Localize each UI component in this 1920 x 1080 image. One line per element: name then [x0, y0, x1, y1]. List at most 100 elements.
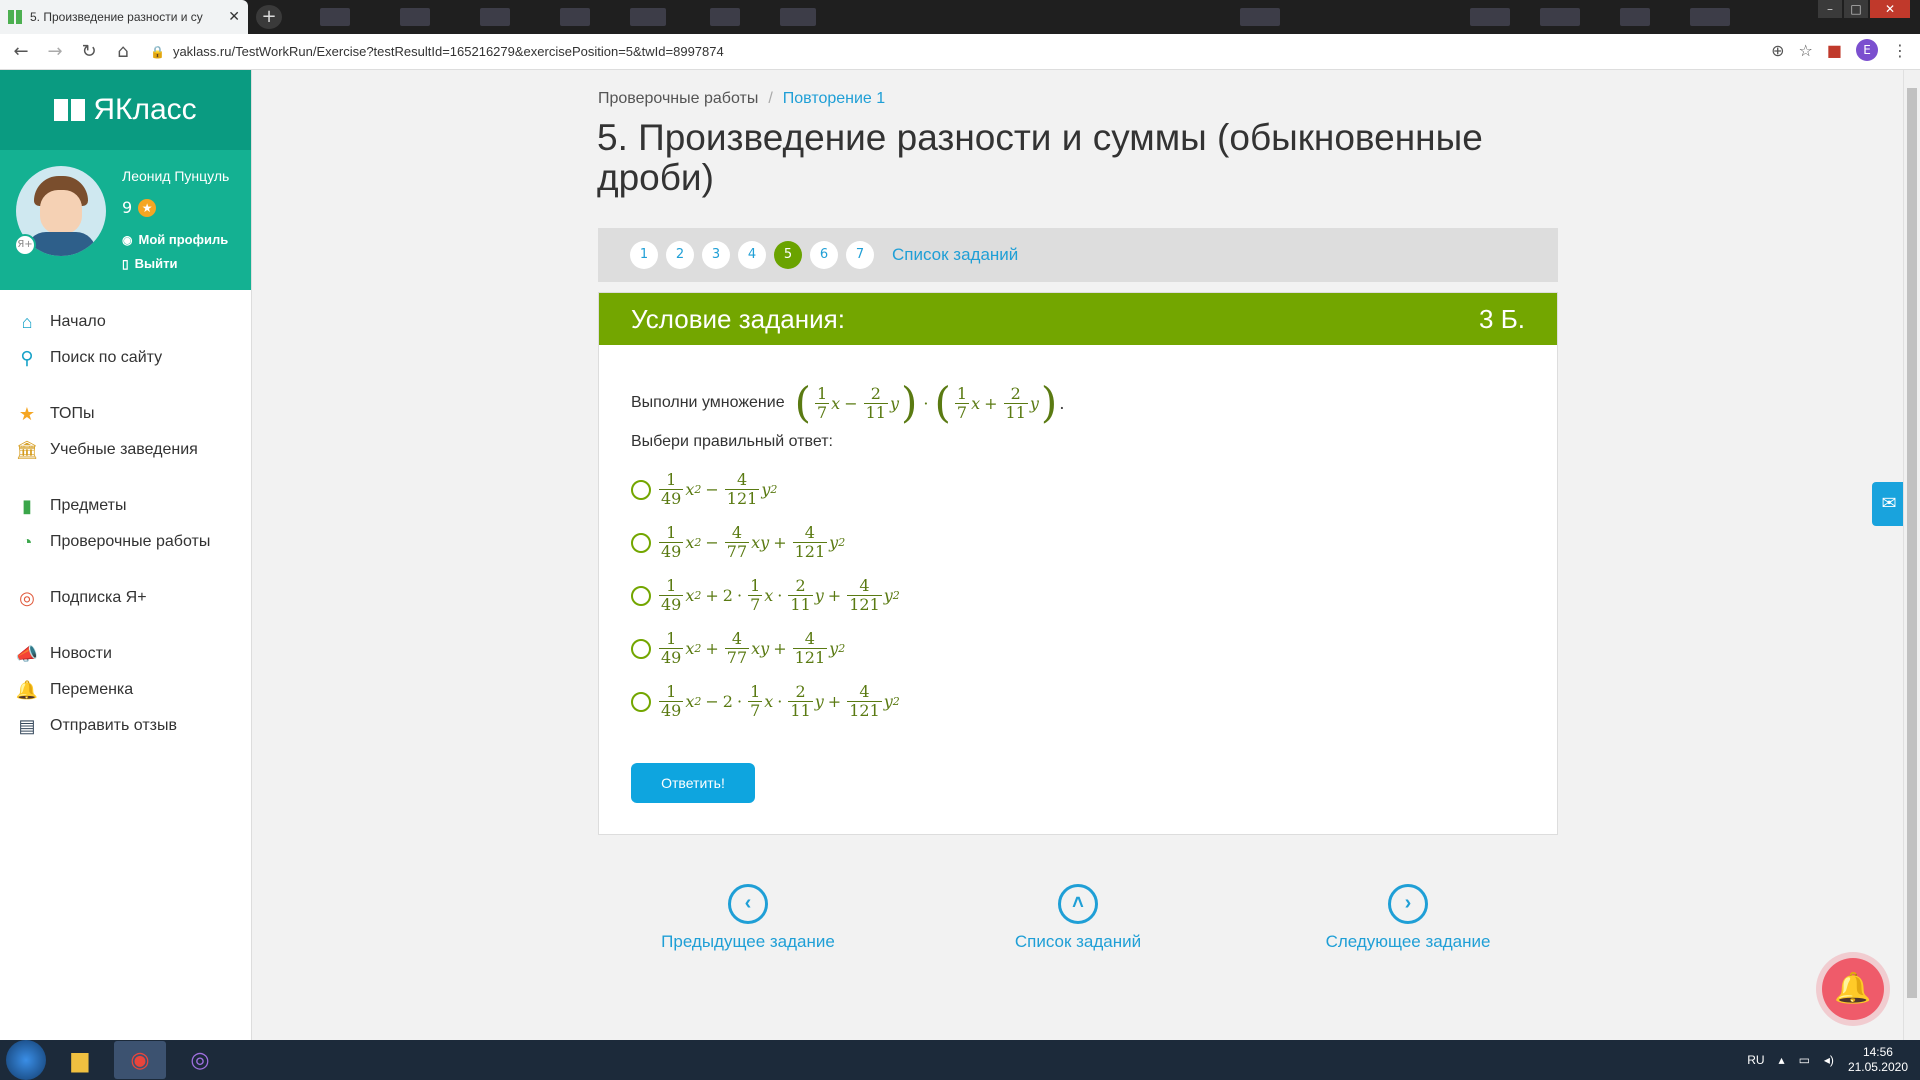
megaphone-icon: 📣	[15, 643, 39, 664]
sidebar-item-subscription[interactable]: ◎ Подписка Я+	[0, 580, 251, 616]
task-list-link[interactable]: Список заданий	[892, 245, 1018, 265]
logo-book-icon	[54, 99, 86, 121]
breadcrumb-current[interactable]: Повторение 1	[783, 90, 885, 107]
radio-button[interactable]	[631, 532, 651, 553]
radio-button[interactable]	[631, 691, 651, 712]
logout-link[interactable]: ▯ Выйти	[122, 256, 177, 271]
page-4[interactable]: 4	[738, 241, 766, 269]
bell-icon: 🔔	[15, 679, 39, 700]
clock[interactable]: 14:56 21.05.2020	[1848, 1045, 1908, 1075]
radio-button[interactable]	[631, 638, 651, 659]
menu-kebab-icon[interactable]: ⋮	[1892, 41, 1908, 60]
sidebar-item-news[interactable]: 📣 Новости	[0, 636, 251, 672]
page-6[interactable]: 6	[810, 241, 838, 269]
option-expression: 1 49 x 2−2 · 1 7 x · 2 11 y + 4 121 y 2	[659, 682, 900, 720]
chevron-right-icon: ›	[1388, 884, 1428, 924]
start-button[interactable]	[6, 1040, 46, 1080]
my-profile-link[interactable]: ◉ Мой профиль	[122, 232, 228, 247]
mail-feedback-icon[interactable]: ✉	[1872, 482, 1906, 526]
search-icon: ⚲	[20, 347, 34, 368]
explorer-icon[interactable]: ▆	[54, 1041, 106, 1079]
star-icon: ★	[18, 403, 36, 424]
answer-option-4[interactable]: 1 49 x 2 + 4 77 xy + 4 121 y 2	[631, 622, 1525, 675]
answer-option-3[interactable]: 1 49 x 2 +2 · 1 7 x · 2 11 y + 4 121 y 2	[631, 569, 1525, 622]
tray-arrow-icon[interactable]: ▴	[1779, 1053, 1785, 1067]
site-logo[interactable]: ЯКласс	[0, 70, 251, 150]
clock-time: 14:56	[1862, 1045, 1893, 1059]
task-subprompt: Выбери правильный ответ:	[631, 433, 833, 450]
building-icon: 🏛	[15, 439, 39, 460]
breadcrumb: Проверочные работы / Повторение 1	[598, 90, 886, 107]
feedback-icon: ▤	[18, 715, 36, 736]
close-window-icon[interactable]: ✕	[1870, 0, 1910, 18]
ya-plus-badge-icon: Я+	[14, 234, 36, 256]
logo-text: ЯКласс	[93, 93, 197, 126]
radio-button[interactable]	[631, 585, 651, 606]
page-2[interactable]: 2	[666, 241, 694, 269]
profile-panel: Я+ Леонид Пунцуль 9 ★ ◉ Мой профиль ▯ Выйт…	[0, 150, 251, 290]
page-3[interactable]: 3	[702, 241, 730, 269]
forward-icon[interactable]: →	[42, 39, 68, 65]
sidebar-item-subjects[interactable]: ▮ Предметы	[0, 488, 251, 524]
url-field[interactable]: 🔒 yaklass.ru/TestWorkRun/Exercise?testRes…	[150, 44, 724, 59]
chrome-icon[interactable]: ◉	[114, 1041, 166, 1079]
sidebar-item-feedback[interactable]: ▤ Отправить отзыв	[0, 708, 251, 744]
sidebar-item-search[interactable]: ⚲ Поиск по сайту	[0, 340, 251, 376]
page-5-active[interactable]: 5	[774, 241, 802, 269]
next-task-link[interactable]: › Следующее задание	[1308, 884, 1508, 952]
minimize-icon[interactable]: –	[1818, 0, 1842, 18]
back-icon[interactable]: ←	[8, 39, 34, 65]
answer-option-2[interactable]: 1 49 x 2− 4 77 xy + 4 121 y 2	[631, 516, 1525, 569]
sidebar-item-tests[interactable]: ◔ Проверочные работы	[0, 524, 251, 560]
task-header: Условие задания: 3 Б.	[599, 293, 1557, 345]
user-circle-icon: ◉	[122, 232, 133, 247]
breadcrumb-root[interactable]: Проверочные работы	[598, 90, 758, 107]
points-value: 9	[122, 198, 133, 217]
system-tray: RU ▴ ▭ ◂) 14:56 21.05.2020	[1747, 1040, 1908, 1080]
new-tab-button[interactable]: +	[256, 5, 282, 29]
volume-icon[interactable]: ◂)	[1824, 1053, 1834, 1067]
points-display: 9 ★	[122, 198, 157, 217]
sidebar-item-home[interactable]: ⌂ Начало	[0, 304, 251, 340]
tab-close-icon[interactable]: ✕	[228, 9, 240, 25]
answer-option-5[interactable]: 1 49 x 2−2 · 1 7 x · 2 11 y + 4 121 y 2	[631, 675, 1525, 728]
install-icon[interactable]: ⊕	[1771, 41, 1784, 60]
task-question: Выполни умножение ( 1 7 x − 2 11 y ) ·( 1 7 x + 2…	[631, 375, 1525, 431]
radio-button[interactable]	[631, 479, 651, 500]
browser-tab[interactable]: 5. Произведение разности и су ✕	[0, 0, 248, 34]
submit-answer-button[interactable]: Ответить!	[631, 763, 755, 803]
logout-icon: ▯	[122, 256, 129, 271]
sidebar-item-break[interactable]: 🔔 Переменка	[0, 672, 251, 708]
network-icon[interactable]: ▭	[1799, 1053, 1810, 1067]
bookmark-star-icon[interactable]: ☆	[1799, 41, 1813, 60]
sidebar-item-tops[interactable]: ★ ТОПы	[0, 396, 251, 432]
page-1[interactable]: 1	[630, 241, 658, 269]
task-score: 3 Б.	[1479, 303, 1525, 334]
page-title: 5. Произведение разности и суммы (обыкно…	[597, 117, 1483, 198]
star-icon: ★	[138, 198, 157, 217]
scrollbar-thumb[interactable]	[1907, 88, 1917, 998]
viber-icon[interactable]: ◎	[174, 1041, 226, 1079]
answer-option-1[interactable]: 1 49 x 2− 4 121 y 2	[631, 463, 1525, 516]
notification-bell-icon[interactable]: 🔔	[1822, 958, 1884, 1020]
prev-task-link[interactable]: ‹ Предыдущее задание	[648, 884, 848, 952]
browser-tab-strip: 5. Произведение разности и су ✕ + – □ ✕	[0, 0, 1920, 34]
option-expression: 1 49 x 2 +2 · 1 7 x · 2 11 y + 4 121 y 2	[659, 576, 900, 614]
home-icon: ⌂	[21, 311, 33, 332]
question-expression: ( 1 7 x − 2 11 y ) ·( 1 7 x + 2 11 y ).	[794, 378, 1065, 427]
user-name[interactable]: Леонид Пунцуль	[122, 168, 229, 184]
page-7[interactable]: 7	[846, 241, 874, 269]
task-header-title: Условие задания:	[631, 303, 845, 334]
extension-icon[interactable]: ■	[1827, 41, 1842, 60]
task-list-bottom-link[interactable]: ˄ Список заданий	[978, 884, 1178, 952]
maximize-icon[interactable]: □	[1844, 0, 1868, 18]
language-indicator[interactable]: RU	[1747, 1053, 1764, 1067]
subscription-icon: ◎	[19, 587, 35, 608]
option-expression: 1 49 x 2− 4 77 xy + 4 121 y 2	[659, 523, 846, 561]
profile-avatar[interactable]: E	[1856, 39, 1878, 61]
reload-icon[interactable]: ↻	[76, 39, 102, 65]
page-scrollbar[interactable]	[1903, 70, 1920, 1040]
sidebar-item-schools[interactable]: 🏛 Учебные заведения	[0, 432, 251, 468]
home-browser-icon[interactable]: ⌂	[110, 39, 136, 65]
tab-title: 5. Произведение разности и су	[30, 10, 203, 24]
